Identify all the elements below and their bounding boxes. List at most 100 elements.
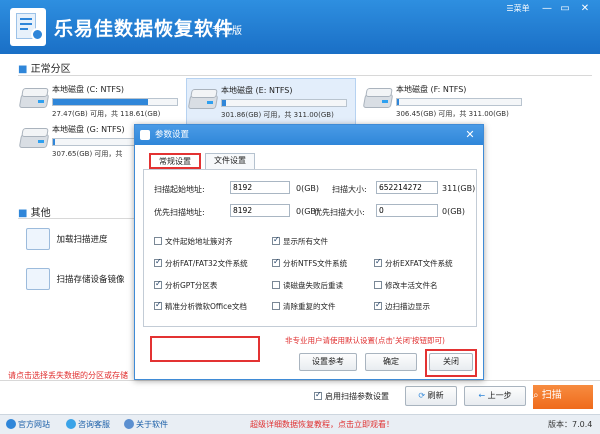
menu-button[interactable]: ☰菜单 — [503, 2, 533, 16]
official-site-link[interactable]: 官方网站 — [6, 419, 50, 430]
about-label: 关于软件 — [136, 420, 168, 429]
disk-image-icon — [26, 268, 50, 290]
customer-service-link[interactable]: 咨询客服 — [66, 419, 110, 430]
option-label: 读磁盘失败后重读 — [283, 281, 343, 290]
checkbox-checked-icon — [154, 300, 162, 310]
checkbox-unchecked-icon — [272, 302, 280, 310]
disk-usage-bar — [221, 99, 347, 107]
option-analyze-exfat[interactable]: 分析EXFAT文件系统 — [374, 257, 453, 269]
close-window-button[interactable]: ✕ — [578, 3, 592, 15]
prev-step-button[interactable]: ← 上一步 — [464, 386, 526, 406]
option-label: 显示所有文件 — [283, 237, 328, 246]
disk-size: 307.65(GB) 可用，共 — [52, 150, 123, 158]
checkbox-unchecked-icon — [272, 281, 280, 289]
priority-addr-label: 优先扫描地址: — [154, 208, 205, 217]
hard-disk-icon — [18, 86, 50, 112]
customer-service-label: 咨询客服 — [78, 420, 110, 429]
tab-file-settings[interactable]: 文件设置 — [205, 153, 255, 169]
scan-size-label: 扫描大小: — [332, 185, 367, 194]
disk-usage-bar — [52, 138, 136, 146]
option-label: 分析FAT/FAT32文件系统 — [165, 259, 248, 268]
settings-reference-button[interactable]: 设置参考 — [299, 353, 357, 371]
disk-name: 本地磁盘 (E: NTFS) — [221, 86, 293, 95]
section-divider — [18, 218, 134, 219]
about-link[interactable]: 关于软件 — [124, 419, 168, 430]
scan-image-label: 扫描存储设备镜像 — [56, 274, 125, 285]
scan-start-input[interactable] — [230, 181, 290, 194]
refresh-label: 刷新 — [427, 391, 444, 400]
hard-disk-icon — [18, 126, 50, 152]
scan-size-unit: 311(GB) — [442, 184, 476, 193]
scan-size-input[interactable] — [376, 181, 438, 194]
section-normal-label: 正常分区 — [30, 64, 71, 75]
checkbox-checked-icon — [314, 390, 322, 400]
option-remove-duplicates[interactable]: 清除重复的文件 — [272, 301, 336, 312]
priority-size-input[interactable] — [376, 204, 438, 217]
option-label: 边扫描边显示 — [385, 302, 430, 311]
disk-usage-bar — [396, 98, 522, 106]
param-settings-dialog: 参数设置 ✕ 常规设置 文件设置 扫描起始地址: 0(GB) 扫描大小: 311… — [134, 124, 484, 380]
disk-usage-bar — [52, 98, 178, 106]
minimize-button[interactable]: — — [540, 3, 554, 15]
chat-icon — [66, 419, 76, 429]
dialog-title: 参数设置 — [155, 130, 190, 140]
ok-button[interactable]: 确定 — [365, 353, 417, 371]
highlight-frame — [150, 336, 260, 362]
tutorial-promo-link[interactable]: 超级详细数据恢复教程，点击立即观看！ — [250, 419, 394, 430]
checkbox-checked-icon — [272, 235, 280, 245]
disk-g[interactable]: 本地磁盘 (G: NTFS) 307.65(GB) 可用，共 — [18, 118, 138, 178]
option-cluster-align[interactable]: 文件起始地址簇对齐 — [154, 236, 233, 247]
option-label: 清除重复的文件 — [283, 302, 336, 311]
option-show-while-scanning[interactable]: 边扫描边显示 — [374, 300, 430, 312]
load-progress-link[interactable]: 加载扫描进度 — [26, 228, 108, 250]
scan-image-link[interactable]: 扫描存储设备镜像 — [26, 268, 125, 290]
default-settings-hint: 非专业用户请使用默认设置(点击'关闭'按钮即可) — [285, 336, 445, 345]
disk-name: 本地磁盘 (C: NTFS) — [52, 85, 125, 94]
enable-params-checkbox[interactable]: 启用扫描参数设置 — [314, 390, 389, 402]
tab-general-settings[interactable]: 常规设置 — [149, 153, 201, 169]
option-label: 分析EXFAT文件系统 — [385, 259, 453, 268]
bottom-divider — [0, 380, 600, 381]
enable-params-label: 启用扫描参数设置 — [325, 392, 389, 401]
general-settings-panel: 扫描起始地址: 0(GB) 扫描大小: 311(GB) 优先扫描地址: 0(GB… — [143, 169, 477, 362]
option-label: 文件起始地址簇对齐 — [165, 237, 233, 246]
app-title: 乐易佳数据恢复软件 — [54, 18, 235, 40]
section-other: ■ 其他 — [18, 204, 51, 219]
checkbox-unchecked-icon — [374, 281, 382, 289]
scan-label: 扫描 — [541, 390, 562, 401]
checkbox-checked-icon — [272, 257, 280, 267]
refresh-button[interactable]: ⟳ 刷新 — [405, 386, 457, 406]
dialog-title-bar: 参数设置 — [135, 125, 483, 145]
checkbox-checked-icon — [154, 257, 162, 267]
dialog-close-icon[interactable]: ✕ — [463, 128, 477, 142]
app-logo-icon — [10, 8, 46, 46]
priority-size-label: 优先扫描大小: — [314, 208, 365, 217]
section-divider — [18, 75, 592, 76]
disk-name: 本地磁盘 (F: NTFS) — [396, 85, 467, 94]
priority-addr-input[interactable] — [230, 204, 290, 217]
option-label: 分析NTFS文件系统 — [283, 259, 348, 268]
checkbox-checked-icon — [374, 257, 382, 267]
priority-size-unit: 0(GB) — [442, 207, 466, 216]
app-edition: 专业版 — [212, 26, 242, 37]
checkbox-checked-icon — [154, 279, 162, 289]
maximize-button[interactable]: ▭ — [558, 3, 572, 15]
scan-button[interactable]: ⌕ 扫描 — [533, 385, 593, 409]
version-label: 版本：7.0.4 — [548, 420, 593, 429]
option-label: 修改丰活文件名 — [385, 281, 438, 290]
info-icon — [124, 419, 134, 429]
checkbox-checked-icon — [374, 300, 382, 310]
option-label: 精准分析微软Office文档 — [165, 302, 247, 311]
option-label: 分析GPT分区表 — [165, 281, 218, 290]
option-office-precise[interactable]: 精准分析微软Office文档 — [154, 300, 247, 312]
option-analyze-ntfs[interactable]: 分析NTFS文件系统 — [272, 257, 348, 269]
option-reread-on-fail[interactable]: 读磁盘失败后重读 — [272, 280, 343, 291]
dialog-close-button[interactable]: 关闭 — [429, 353, 473, 371]
option-rename-files[interactable]: 修改丰活文件名 — [374, 280, 438, 291]
option-analyze-fat[interactable]: 分析FAT/FAT32文件系统 — [154, 257, 248, 269]
menu-label: 菜单 — [513, 4, 530, 13]
prev-step-label: 上一步 — [487, 391, 512, 400]
option-analyze-gpt[interactable]: 分析GPT分区表 — [154, 279, 218, 291]
disk-size: 301.86(GB) 可用，共 311.00(GB) — [221, 111, 334, 119]
option-show-all-files[interactable]: 显示所有文件 — [272, 235, 328, 247]
